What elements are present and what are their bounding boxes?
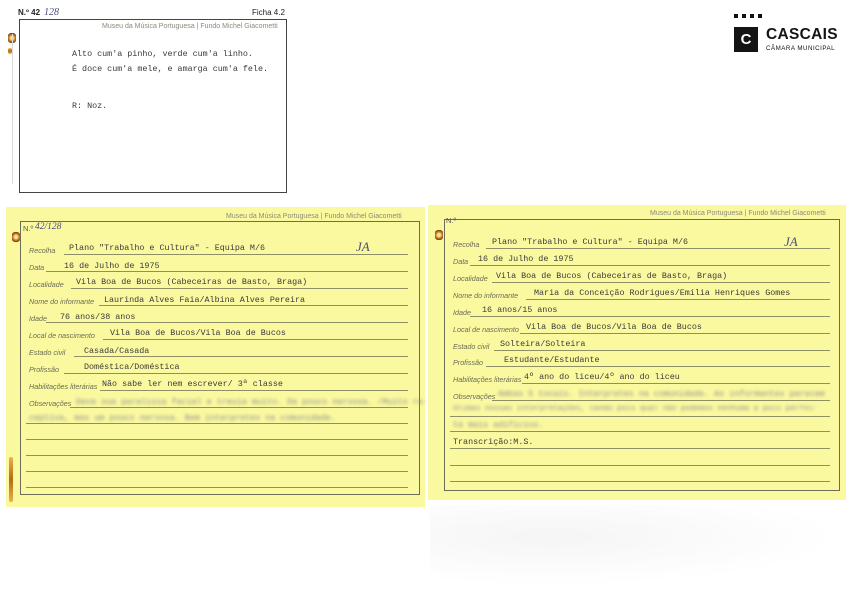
card-left-number-handwritten: 42/128 [35, 222, 62, 232]
field-value-nascimento: Vila Boa de Bucos/Vila Boa de Bucos [110, 328, 286, 338]
ficha-line-2: É doce cum'a mele, e amarga cum'a fele. [72, 64, 269, 74]
field-value-profissao: Estudante/Estudante [504, 355, 600, 365]
field-label: Profissão [29, 365, 59, 374]
cascais-logo: C CASCAIS CÂMARA MUNICIPAL [734, 14, 844, 56]
field-label: Habilitações literárias [453, 375, 522, 384]
observacoes-line-3: ta mais adifícios. [453, 420, 544, 430]
observacoes-label: Observações [29, 399, 72, 408]
card-right-punch-hole [435, 229, 443, 241]
field-value-data: 16 de Julho de 1975 [64, 261, 160, 271]
logo-dots [734, 14, 764, 18]
field-label: Localidade [29, 280, 64, 289]
field-value-estado-civil: Casada/Casada [84, 346, 150, 356]
ficha-answer: R: Noz. [72, 101, 108, 111]
field-value-localidade: Vila Boa de Bucos (Cabeceiras de Basto, … [496, 271, 728, 281]
field-label: Habilitações literárias [29, 382, 98, 391]
card-left: Museu da Música Portuguesa | Fundo Miche… [6, 207, 428, 507]
card-left-binding-edge [9, 457, 13, 502]
card-left-mark: JA [356, 239, 370, 254]
field-value-profissao: Doméstica/Doméstica [84, 362, 180, 372]
field-value-localidade: Vila Boa de Bucos (Cabeceiras de Basto, … [76, 277, 308, 287]
observacoes-line-1: Ambas 5 tocais. Interpretes na comunidad… [498, 389, 825, 399]
ficha-left-edge [12, 34, 13, 184]
ficha-box [19, 19, 287, 193]
logo-name: CASCAIS [766, 26, 838, 43]
field-label: Idade [29, 314, 47, 323]
field-label: Recolha [29, 246, 56, 255]
field-label: Idade [453, 308, 471, 317]
logo-c-mark-icon: C [734, 27, 758, 52]
field-label: Local de nascimento [29, 331, 95, 340]
field-value-data: 16 de Julho de 1975 [478, 254, 574, 264]
card-left-number-label: N.º [23, 224, 34, 233]
field-label: Nome do informante [29, 297, 95, 306]
field-value-estado-civil: Solteira/Solteira [500, 339, 586, 349]
field-label: Estado civil [453, 342, 490, 351]
observacoes-label: Observações [453, 392, 496, 401]
card-right-header: Museu da Música Portuguesa | Fundo Miche… [650, 210, 826, 217]
logo-subtitle: CÂMARA MUNICIPAL [766, 45, 836, 52]
ficha-number-label: N.º 42 [18, 8, 41, 17]
ficha-line-1: Alto cum'a pinho, verde cum'a linho. [72, 49, 253, 59]
field-label: Localidade [453, 274, 488, 283]
field-value-informante: Laurinda Alves Faia/Albina Alves Pereira [104, 295, 306, 305]
observacoes-line-2: ótimas nossas interpretações, canão pois… [453, 405, 818, 413]
card-left-header: Museu da Música Portuguesa | Fundo Miche… [226, 213, 402, 220]
card-left-punch-hole [12, 231, 20, 243]
field-value-nascimento: Vila Boa de Bucos/Vila Boa de Bucos [526, 322, 702, 332]
field-label: Profissão [453, 358, 483, 367]
field-label: Data [453, 257, 469, 266]
ficha-number-handwritten: 128 [44, 7, 59, 18]
card-right: Museu da Música Portuguesa | Fundo Miche… [428, 205, 846, 500]
field-label: Recolha [453, 240, 480, 249]
field-value-habilitacoes: 4º ano do liceu/4º ano do liceu [524, 372, 680, 382]
field-value-idade: 16 anos/15 anos [482, 305, 558, 315]
ficha-label: Ficha 4.2 [252, 8, 285, 17]
field-value-recolha: Plano "Trabalho e Cultura" - Equipa M/6 [492, 237, 689, 247]
observacoes-line-2: ceptiva, mas um pouco nervosa. Bem inter… [29, 413, 336, 423]
observacoes-line-1: Deve sua paralisia facial e treuia muito… [76, 397, 428, 407]
paper-shadow [430, 505, 840, 585]
field-value-informante: Maria da Conceição Rodrigues/Emília Henr… [534, 288, 791, 298]
field-label: Estado civil [29, 348, 66, 357]
field-value-idade: 76 anos/38 anos [60, 312, 136, 322]
field-label: Nome do informante [453, 291, 519, 300]
ficha-header: Museu da Música Portuguesa | Fundo Miche… [102, 23, 278, 30]
card-right-number-label: N.º [446, 216, 457, 225]
field-label: Data [29, 263, 45, 272]
field-label: Local de nascimento [453, 325, 519, 334]
field-value-recolha: Plano "Trabalho e Cultura" - Equipa M/6 [69, 243, 266, 253]
ficha-card: N.º 42 128 Ficha 4.2 Museu da Música Por… [8, 4, 294, 196]
field-value-habilitacoes: Não sabe ler nem escrever/ 3ª classe [102, 379, 283, 389]
transcricao: Transcrição:M.S. [453, 437, 534, 447]
